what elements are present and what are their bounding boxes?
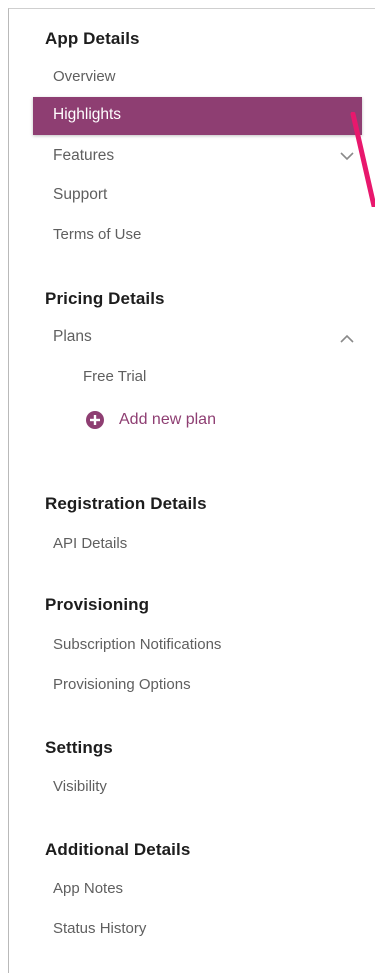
section-title-pricing-details: Pricing Details — [45, 289, 165, 308]
sidebar-item-plans[interactable]: Plans — [53, 328, 92, 346]
section-title-registration-details: Registration Details — [45, 494, 207, 513]
sidebar-item-visibility[interactable]: Visibility — [53, 778, 107, 795]
sidebar-item-subscription-notifications[interactable]: Subscription Notifications — [53, 636, 221, 653]
sidebar-item-status-history[interactable]: Status History — [53, 920, 146, 937]
plus-circle-icon — [86, 411, 104, 429]
sidebar-item-api-details[interactable]: API Details — [53, 535, 127, 552]
sidebar-item-overview[interactable]: Overview — [53, 68, 116, 85]
section-title-app-details: App Details — [45, 29, 140, 48]
sidebar-item-free-trial[interactable]: Free Trial — [83, 368, 146, 385]
sidebar-item-app-notes[interactable]: App Notes — [53, 880, 123, 897]
section-title-provisioning: Provisioning — [45, 595, 150, 614]
settings-sidebar-page: App Details Overview Highlights Features… — [0, 0, 375, 973]
chevron-up-icon[interactable] — [339, 333, 355, 345]
sidebar-item-highlights-label: Highlights — [53, 106, 122, 123]
sidebar-item-provisioning-options[interactable]: Provisioning Options — [53, 676, 191, 693]
sidebar-item-features[interactable]: Features — [53, 147, 114, 165]
annotation-arrow-line — [350, 112, 375, 207]
section-title-additional-details: Additional Details — [45, 840, 191, 859]
sidebar-item-terms-of-use[interactable]: Terms of Use — [53, 226, 141, 243]
sidebar-item-support[interactable]: Support — [53, 186, 107, 204]
add-new-plan-label: Add new plan — [119, 411, 216, 428]
section-title-settings: Settings — [45, 738, 113, 757]
sidebar-item-highlights[interactable]: Highlights — [33, 97, 362, 135]
